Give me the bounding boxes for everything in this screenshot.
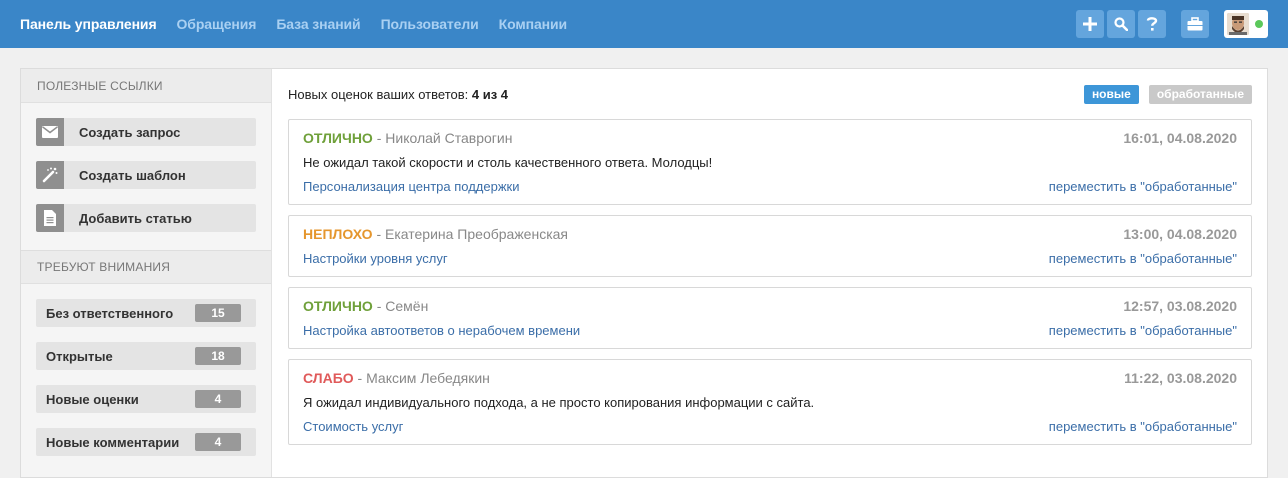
rating-label: НЕПЛОХО	[303, 226, 373, 242]
count-badge: 4	[195, 433, 241, 451]
search-button[interactable]	[1107, 10, 1135, 38]
rating-author: - Семён	[372, 298, 429, 314]
rating-card: СЛАБО - Максим Лебедякин 11:22, 03.08.20…	[288, 359, 1252, 445]
avatar-photo	[1227, 13, 1249, 35]
online-status-indicator	[1255, 20, 1263, 28]
ratings-feed: Новых оценок ваших ответов: 4 из 4 новые…	[273, 69, 1267, 477]
attention-list: Без ответственного 15 Открытые 18 Новые …	[21, 284, 271, 456]
rating-author: - Екатерина Преображенская	[372, 226, 569, 242]
ratings-summary: Новых оценок ваших ответов: 4 из 4	[288, 87, 508, 102]
add-button[interactable]	[1076, 10, 1104, 38]
rating-author: - Николай Ставрогин	[372, 130, 513, 146]
dashboard-panel: Полезные ссылки Создать запрос Создать ш…	[20, 68, 1268, 478]
filter-processed-button[interactable]: обработанные	[1148, 84, 1252, 104]
ratings-header: Новых оценок ваших ответов: 4 из 4 новые…	[288, 69, 1252, 119]
move-to-processed-link[interactable]: переместить в "обработанные"	[1049, 323, 1237, 338]
help-icon	[1146, 17, 1158, 31]
ratings-summary-prefix: Новых оценок ваших ответов:	[288, 86, 472, 102]
rating-comment: Я ожидал индивидуального подхода, а не п…	[303, 395, 815, 410]
sidebar: Полезные ссылки Создать запрос Создать ш…	[21, 69, 272, 477]
nav-knowledge-base[interactable]: База знаний	[276, 16, 360, 32]
ratings-filters: новые обработанные	[1083, 84, 1252, 104]
count-badge: 18	[195, 347, 241, 365]
main-nav: Панель управления Обращения База знаний …	[20, 16, 587, 32]
add-article-label: Добавить статью	[79, 210, 192, 226]
create-template-label: Создать шаблон	[79, 167, 186, 183]
article-link[interactable]: Настройки уровня услуг	[303, 251, 448, 266]
attention-label: Новые комментарии	[46, 434, 180, 450]
nav-users[interactable]: Пользователи	[381, 16, 479, 32]
rating-label: ОТЛИЧНО	[303, 130, 373, 146]
count-badge: 4	[195, 390, 241, 408]
move-to-processed-link[interactable]: переместить в "обработанные"	[1049, 179, 1237, 194]
attention-title: Требуют внимания	[21, 250, 271, 284]
envelope-icon	[36, 118, 64, 146]
nav-companies[interactable]: Компании	[499, 16, 567, 32]
move-to-processed-link[interactable]: переместить в "обработанные"	[1049, 251, 1237, 266]
article-link[interactable]: Стоимость услуг	[303, 419, 403, 434]
help-button[interactable]	[1138, 10, 1166, 38]
rating-label: СЛАБО	[303, 370, 354, 386]
plus-icon	[1083, 17, 1097, 31]
briefcase-icon	[1187, 17, 1203, 31]
nav-tickets[interactable]: Обращения	[177, 16, 257, 32]
create-template-button[interactable]: Создать шаблон	[36, 161, 256, 189]
article-link[interactable]: Настройка автоответов о нерабочем времен…	[303, 323, 580, 338]
rating-card: НЕПЛОХО - Екатерина Преображенская 13:00…	[288, 215, 1252, 277]
attention-label: Новые оценки	[46, 391, 139, 407]
rating-time: 16:01, 04.08.2020	[1123, 130, 1237, 146]
create-request-label: Создать запрос	[79, 124, 181, 140]
rating-time: 12:57, 03.08.2020	[1123, 298, 1237, 314]
attention-new-comments[interactable]: Новые комментарии 4	[36, 428, 256, 456]
rating-comment: Не ожидал такой скорости и столь качеств…	[303, 155, 713, 170]
attention-open[interactable]: Открытые 18	[36, 342, 256, 370]
top-navbar: Панель управления Обращения База знаний …	[0, 0, 1288, 48]
useful-links-title: Полезные ссылки	[21, 69, 271, 103]
count-badge: 15	[195, 304, 241, 322]
magic-wand-icon	[36, 161, 64, 189]
attention-label: Открытые	[46, 348, 113, 364]
add-article-button[interactable]: Добавить статью	[36, 204, 256, 232]
user-avatar[interactable]	[1224, 10, 1268, 38]
attention-unassigned[interactable]: Без ответственного 15	[36, 299, 256, 327]
move-to-processed-link[interactable]: переместить в "обработанные"	[1049, 419, 1237, 434]
attention-label: Без ответственного	[46, 305, 174, 321]
create-request-button[interactable]: Создать запрос	[36, 118, 256, 146]
article-link[interactable]: Персонализация центра поддержки	[303, 179, 519, 194]
rating-author: - Максим Лебедякин	[353, 370, 490, 386]
nav-dashboard[interactable]: Панель управления	[20, 16, 157, 32]
document-icon	[36, 204, 64, 232]
briefcase-button[interactable]	[1181, 10, 1209, 38]
rating-time: 11:22, 03.08.2020	[1124, 370, 1237, 386]
toolbar	[1073, 10, 1268, 38]
rating-card: ОТЛИЧНО - Николай Ставрогин 16:01, 04.08…	[288, 119, 1252, 205]
attention-new-ratings[interactable]: Новые оценки 4	[36, 385, 256, 413]
rating-time: 13:00, 04.08.2020	[1123, 226, 1237, 242]
useful-links: Создать запрос Создать шаблон Добавить с…	[21, 103, 271, 250]
rating-label: ОТЛИЧНО	[303, 298, 373, 314]
filter-new-button[interactable]: новые	[1083, 84, 1139, 104]
rating-card: ОТЛИЧНО - Семён 12:57, 03.08.2020 Настро…	[288, 287, 1252, 349]
search-icon	[1114, 17, 1128, 31]
ratings-count: 4 из 4	[471, 86, 509, 102]
